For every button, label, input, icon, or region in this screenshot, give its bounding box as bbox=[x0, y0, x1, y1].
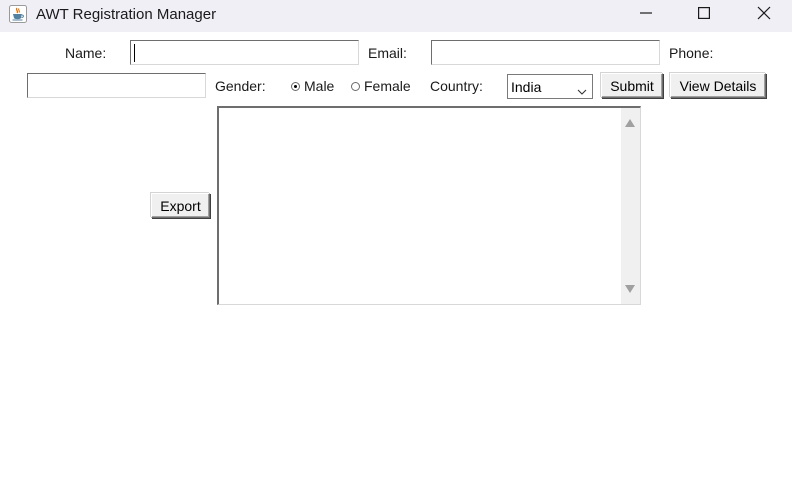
window-title: AWT Registration Manager bbox=[36, 6, 217, 23]
close-icon bbox=[757, 6, 771, 25]
triangle-down-icon[interactable] bbox=[625, 280, 635, 298]
export-button[interactable]: Export bbox=[151, 193, 210, 218]
country-selected-value: India bbox=[511, 79, 542, 95]
minimize-icon bbox=[640, 6, 652, 24]
radio-unselected-icon bbox=[351, 81, 360, 91]
name-input[interactable] bbox=[130, 40, 359, 65]
radio-selected-icon bbox=[291, 81, 300, 91]
phone-input[interactable] bbox=[27, 73, 206, 98]
maximize-icon bbox=[698, 6, 711, 24]
phone-label: Phone: bbox=[669, 45, 714, 61]
text-caret bbox=[134, 44, 135, 62]
gender-male-radio[interactable]: Male bbox=[291, 78, 334, 94]
chevron-down-icon bbox=[577, 83, 587, 101]
maximize-button[interactable] bbox=[681, 0, 727, 30]
submit-button[interactable]: Submit bbox=[601, 73, 663, 98]
name-label: Name: bbox=[65, 45, 107, 61]
vertical-scrollbar[interactable] bbox=[621, 108, 640, 304]
close-button[interactable] bbox=[741, 0, 787, 30]
email-input[interactable] bbox=[431, 40, 660, 65]
minimize-button[interactable] bbox=[623, 0, 669, 30]
view-details-button[interactable]: View Details bbox=[670, 73, 766, 98]
gender-label: Gender: bbox=[215, 78, 266, 94]
email-label: Email: bbox=[368, 45, 407, 61]
java-cup-icon bbox=[9, 5, 27, 23]
gender-female-radio[interactable]: Female bbox=[351, 78, 411, 94]
details-textarea[interactable] bbox=[217, 106, 641, 305]
country-label: Country: bbox=[430, 78, 483, 94]
gender-female-label: Female bbox=[364, 78, 411, 94]
title-bar[interactable]: AWT Registration Manager bbox=[0, 0, 792, 32]
country-select[interactable]: India bbox=[507, 74, 593, 99]
gender-male-label: Male bbox=[304, 78, 335, 94]
app-window: AWT Registration Manager Name: Email: Ph… bbox=[0, 0, 792, 482]
triangle-up-icon[interactable] bbox=[625, 114, 635, 132]
